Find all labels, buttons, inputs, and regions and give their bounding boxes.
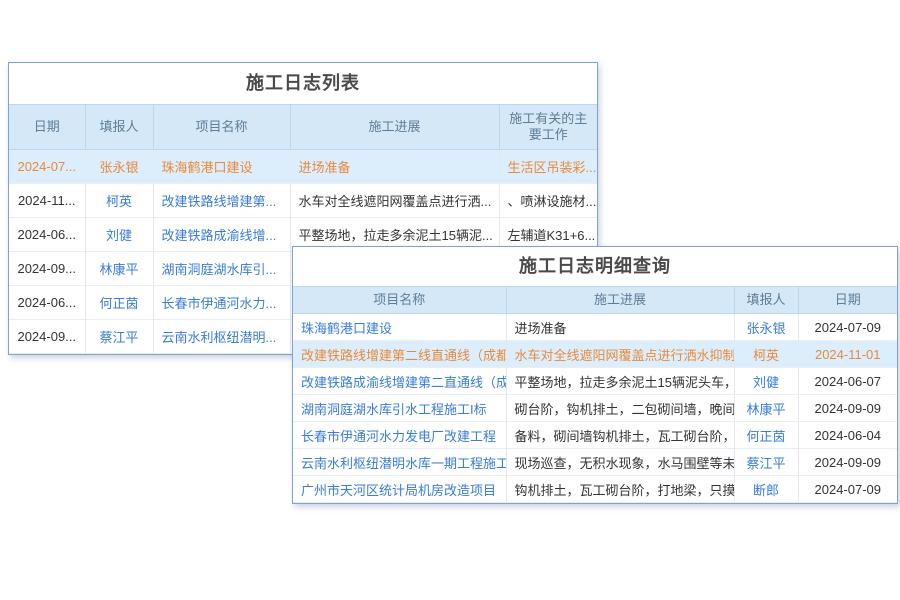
cell-date: 2024-07... (9, 150, 85, 184)
cell-progress: 备料，砌间墙钩机排土，瓦工砌台阶，... (506, 422, 734, 449)
col-header-reporter: 填报人 (734, 287, 798, 314)
table-header-row: 项目名称 施工进展 填报人 日期 (293, 287, 897, 314)
cell-project[interactable]: 广州市天河区统计局机房改造项目 (293, 476, 506, 503)
cell-progress: 水车对全线遮阳网覆盖点进行洒... (290, 184, 499, 218)
cell-reporter[interactable]: 蔡江平 (85, 320, 153, 354)
cell-main-work: 、喷淋设施材... (499, 184, 597, 218)
table-row[interactable]: 2024-07... 张永银 珠海鹤港口建设 进场准备 生活区吊装彩... (9, 150, 597, 184)
cell-progress: 钩机排土，瓦工砌台阶，打地梁，只摸... (506, 476, 734, 503)
log-detail-title: 施工日志明细查询 (293, 247, 897, 286)
cell-progress: 进场准备 (290, 150, 499, 184)
table-row[interactable]: 广州市天河区统计局机房改造项目 钩机排土，瓦工砌台阶，打地梁，只摸... 断郎 … (293, 476, 897, 503)
cell-project[interactable]: 改建铁路线增建第二线直通线（成都-西 (293, 341, 506, 368)
cell-project[interactable]: 改建铁路成渝线增... (153, 218, 290, 252)
cell-reporter[interactable]: 蔡江平 (734, 449, 798, 476)
construction-log-detail-panel: 施工日志明细查询 项目名称 施工进展 填报人 日期 珠海鹤港口建设 进场准备 张… (292, 246, 898, 504)
cell-project[interactable]: 长春市伊通河水力... (153, 286, 290, 320)
col-header-progress: 施工进展 (506, 287, 734, 314)
cell-project[interactable]: 云南水利枢纽潜明水库一期工程施工I标 (293, 449, 506, 476)
cell-progress: 平整场地，拉走多余泥土15辆泥头车，... (506, 368, 734, 395)
table-row[interactable]: 湖南洞庭湖水库引水工程施工I标 砌台阶，钩机排土，二包砌间墙，晚间... 林康平… (293, 395, 897, 422)
cell-reporter[interactable]: 林康平 (85, 252, 153, 286)
cell-date: 2024-11-01 (798, 341, 897, 368)
cell-reporter[interactable]: 柯英 (85, 184, 153, 218)
cell-date: 2024-09... (9, 320, 85, 354)
col-header-progress: 施工进展 (290, 105, 499, 150)
log-detail-table: 项目名称 施工进展 填报人 日期 珠海鹤港口建设 进场准备 张永银 2024-0… (293, 286, 897, 503)
cell-reporter[interactable]: 刘健 (85, 218, 153, 252)
table-row[interactable]: 长春市伊通河水力发电厂改建工程 备料，砌间墙钩机排土，瓦工砌台阶，... 何正茵… (293, 422, 897, 449)
cell-date: 2024-06... (9, 218, 85, 252)
cell-date: 2024-11... (9, 184, 85, 218)
cell-reporter[interactable]: 林康平 (734, 395, 798, 422)
cell-project[interactable]: 湖南洞庭湖水库引... (153, 252, 290, 286)
cell-project[interactable]: 云南水利枢纽潜明... (153, 320, 290, 354)
cell-date: 2024-07-09 (798, 476, 897, 503)
cell-date: 2024-09-09 (798, 395, 897, 422)
col-header-project: 项目名称 (153, 105, 290, 150)
table-row[interactable]: 云南水利枢纽潜明水库一期工程施工I标 现场巡查，无积水现象，水马围壁等未... … (293, 449, 897, 476)
cell-reporter[interactable]: 刘健 (734, 368, 798, 395)
cell-main-work: 生活区吊装彩... (499, 150, 597, 184)
table-row[interactable]: 珠海鹤港口建设 进场准备 张永银 2024-07-09 (293, 314, 897, 341)
cell-date: 2024-06... (9, 286, 85, 320)
cell-reporter[interactable]: 何正茵 (734, 422, 798, 449)
cell-reporter[interactable]: 柯英 (734, 341, 798, 368)
cell-date: 2024-09... (9, 252, 85, 286)
log-list-title: 施工日志列表 (9, 63, 597, 104)
table-row[interactable]: 2024-11... 柯英 改建铁路线增建第... 水车对全线遮阳网覆盖点进行洒… (9, 184, 597, 218)
col-header-reporter: 填报人 (85, 105, 153, 150)
col-header-project: 项目名称 (293, 287, 506, 314)
cell-date: 2024-06-07 (798, 368, 897, 395)
cell-project[interactable]: 珠海鹤港口建设 (293, 314, 506, 341)
cell-date: 2024-06-04 (798, 422, 897, 449)
cell-project[interactable]: 改建铁路成渝线增建第二直通线（成渝 (293, 368, 506, 395)
cell-project[interactable]: 湖南洞庭湖水库引水工程施工I标 (293, 395, 506, 422)
cell-reporter[interactable]: 张永银 (734, 314, 798, 341)
cell-project[interactable]: 珠海鹤港口建设 (153, 150, 290, 184)
cell-progress: 砌台阶，钩机排土，二包砌间墙，晚间... (506, 395, 734, 422)
cell-project[interactable]: 长春市伊通河水力发电厂改建工程 (293, 422, 506, 449)
table-row[interactable]: 改建铁路成渝线增建第二直通线（成渝 平整场地，拉走多余泥土15辆泥头车，... … (293, 368, 897, 395)
cell-reporter[interactable]: 张永银 (85, 150, 153, 184)
cell-progress: 水车对全线遮阳网覆盖点进行洒水抑制... (506, 341, 734, 368)
cell-reporter[interactable]: 何正茵 (85, 286, 153, 320)
col-header-main-work: 施工有关的主要工作 (499, 105, 597, 150)
cell-reporter[interactable]: 断郎 (734, 476, 798, 503)
cell-project[interactable]: 改建铁路线增建第... (153, 184, 290, 218)
table-row[interactable]: 改建铁路线增建第二线直通线（成都-西 水车对全线遮阳网覆盖点进行洒水抑制... … (293, 341, 897, 368)
cell-date: 2024-07-09 (798, 314, 897, 341)
col-header-date: 日期 (9, 105, 85, 150)
cell-date: 2024-09-09 (798, 449, 897, 476)
cell-progress: 进场准备 (506, 314, 734, 341)
table-header-row: 日期 填报人 项目名称 施工进展 施工有关的主要工作 (9, 105, 597, 150)
col-header-date: 日期 (798, 287, 897, 314)
cell-progress: 现场巡查，无积水现象，水马围壁等未... (506, 449, 734, 476)
